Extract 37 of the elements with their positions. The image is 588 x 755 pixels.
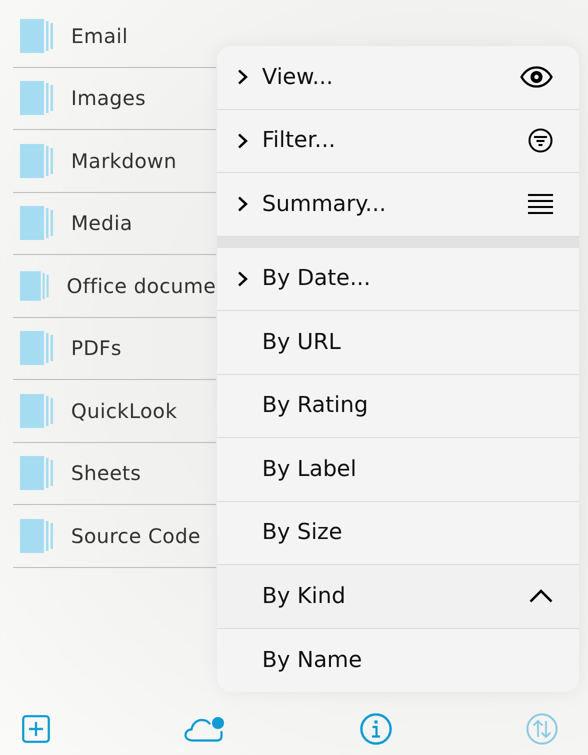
cloud-icon	[184, 715, 226, 742]
folder-stack-icon	[20, 456, 53, 490]
menu-item[interactable]: By URL	[217, 311, 579, 374]
cloud-button[interactable]	[184, 715, 226, 742]
add-icon	[22, 714, 50, 742]
sidebar-item[interactable]: Source Code	[13, 505, 216, 568]
sidebar-item[interactable]: PDFs	[13, 318, 216, 380]
eye-icon	[520, 66, 553, 88]
folder-stack-icon	[20, 206, 53, 240]
sidebar-item[interactable]: Markdown	[13, 130, 216, 192]
list-icon	[528, 193, 553, 216]
info-button[interactable]	[360, 712, 392, 744]
folder-stack-icon	[20, 268, 49, 303]
folder-stack-icon	[20, 394, 53, 428]
chevron-up-icon	[529, 589, 553, 604]
sidebar-item[interactable]: Email	[13, 5, 216, 68]
sidebar-item[interactable]: QuickLook	[13, 380, 216, 442]
menu-item[interactable]: By Kind	[217, 565, 579, 628]
menu-item[interactable]: By Rating	[217, 374, 579, 438]
filter-icon	[528, 128, 553, 154]
sidebar-item[interactable]: Media	[13, 192, 216, 255]
sidebar-item[interactable]: Sheets	[13, 442, 216, 505]
folder-stack-icon	[20, 331, 53, 366]
menu-item[interactable]: By Name	[217, 628, 579, 692]
menu-item[interactable]: Filter...	[217, 110, 579, 173]
folder-stack-icon	[20, 18, 53, 53]
menu-item[interactable]: By Date...	[217, 248, 579, 311]
info-icon	[360, 712, 392, 744]
sort-icon	[526, 712, 558, 744]
sidebar-item[interactable]: Images	[13, 68, 216, 130]
menu-item[interactable]: By Label	[217, 438, 579, 502]
menu-item[interactable]: View...	[217, 46, 579, 110]
folder-stack-icon	[20, 518, 53, 553]
folder-stack-icon	[20, 144, 53, 178]
sidebar-item[interactable]: Office docume	[13, 255, 216, 318]
folder-stack-icon	[20, 81, 53, 116]
add-button[interactable]	[22, 714, 50, 742]
